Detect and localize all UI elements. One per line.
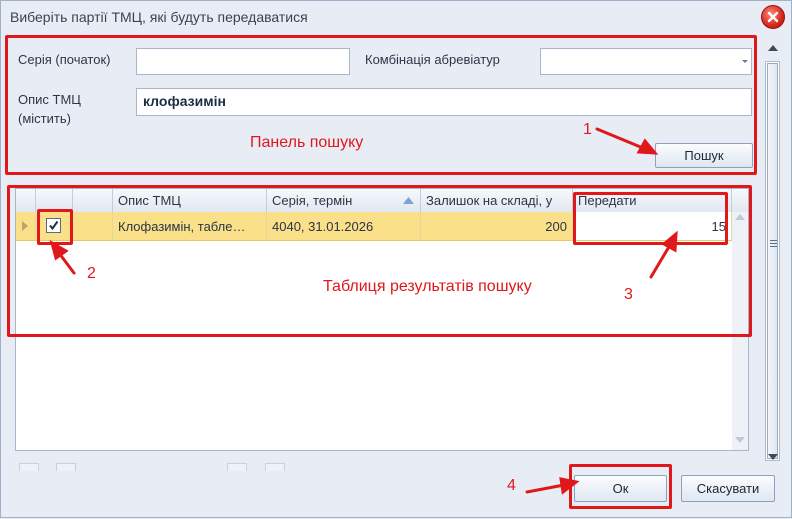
dialog-window: Виберіть партії ТМЦ, які будуть передава…: [0, 0, 792, 518]
annotation-number-2: 2: [87, 265, 96, 282]
annotation-number-1: 1: [583, 121, 592, 138]
annotation-number-3: 3: [624, 286, 633, 303]
annotation-arrows: [49, 127, 678, 495]
annotation-number-4: 4: [507, 477, 516, 494]
